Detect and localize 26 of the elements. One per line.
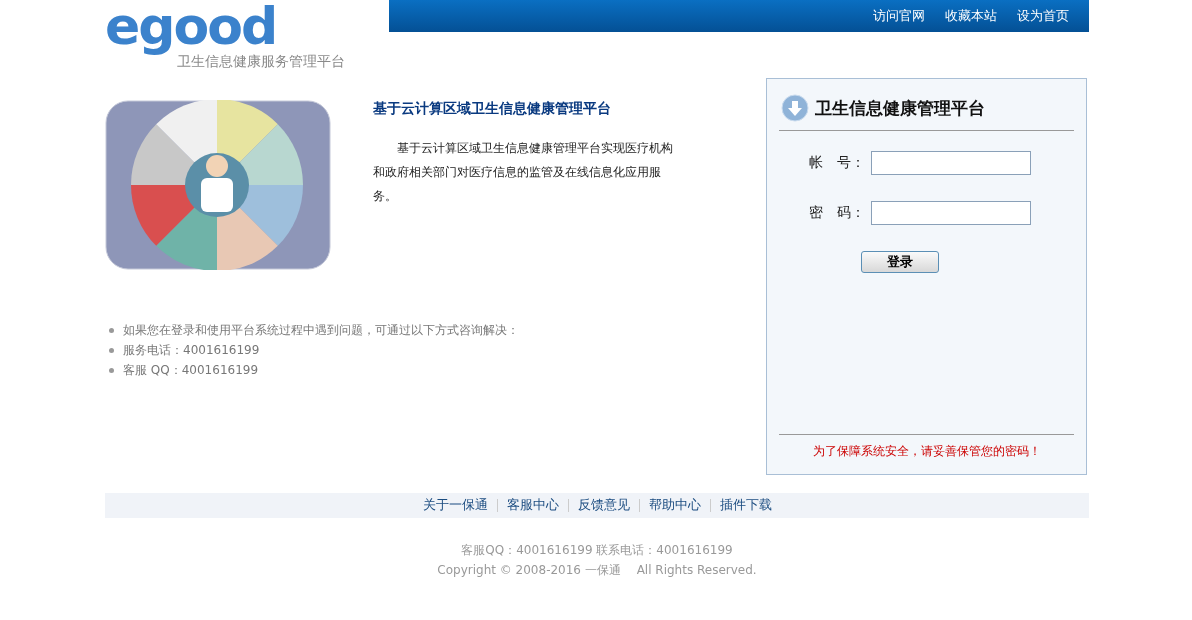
bullet-icon	[109, 327, 114, 333]
help-text: 如果您在登录和使用平台系统过程中遇到问题，可通过以下方式咨询解决：	[123, 321, 519, 339]
login-title: 卫生信息健康管理平台	[815, 96, 985, 120]
footer-link[interactable]: 反馈意见	[577, 497, 630, 514]
footer-link[interactable]: 客服中心	[506, 497, 559, 514]
field-label: 密 码：	[809, 204, 866, 222]
top-link[interactable]: 访问官网	[873, 7, 925, 25]
bullet-icon	[109, 347, 114, 353]
help-text: 客服 QQ：4001616199	[123, 361, 259, 379]
field-label: 帐 号：	[809, 154, 866, 172]
security-notice: 为了保障系统安全，请妥善保管您的密码！	[812, 444, 1041, 458]
top-link[interactable]: 设为首页	[1017, 7, 1069, 25]
logo-tagline: 卫生信息健康服务管理平台	[177, 53, 346, 70]
help-text: 服务电话：4001616199	[123, 341, 260, 359]
input-field[interactable]	[871, 201, 1031, 225]
login-button[interactable]: 登录	[861, 251, 939, 273]
input-field[interactable]	[871, 151, 1031, 175]
footer-link[interactable]: 关于一保通	[422, 497, 488, 514]
intro-paragraph: 基于云计算区域卫生信息健康管理平台实现医疗机构和政府相关部门对医疗信息的监管及在线信息化应用服务。	[373, 140, 674, 205]
top-link[interactable]: 收藏本站	[945, 7, 997, 25]
footer-link[interactable]: 帮助中心	[648, 497, 701, 514]
footer-text: Copyright © 2008-2016 一保通 All Rights Reserved.	[436, 562, 758, 579]
footer-link[interactable]: 插件下载	[719, 497, 772, 514]
footer-text: 客服QQ：4001616199 联系电话：4001616199	[460, 542, 734, 559]
bullet-icon	[109, 367, 114, 373]
intro-title: 基于云计算区域卫生信息健康管理平台	[373, 100, 612, 118]
